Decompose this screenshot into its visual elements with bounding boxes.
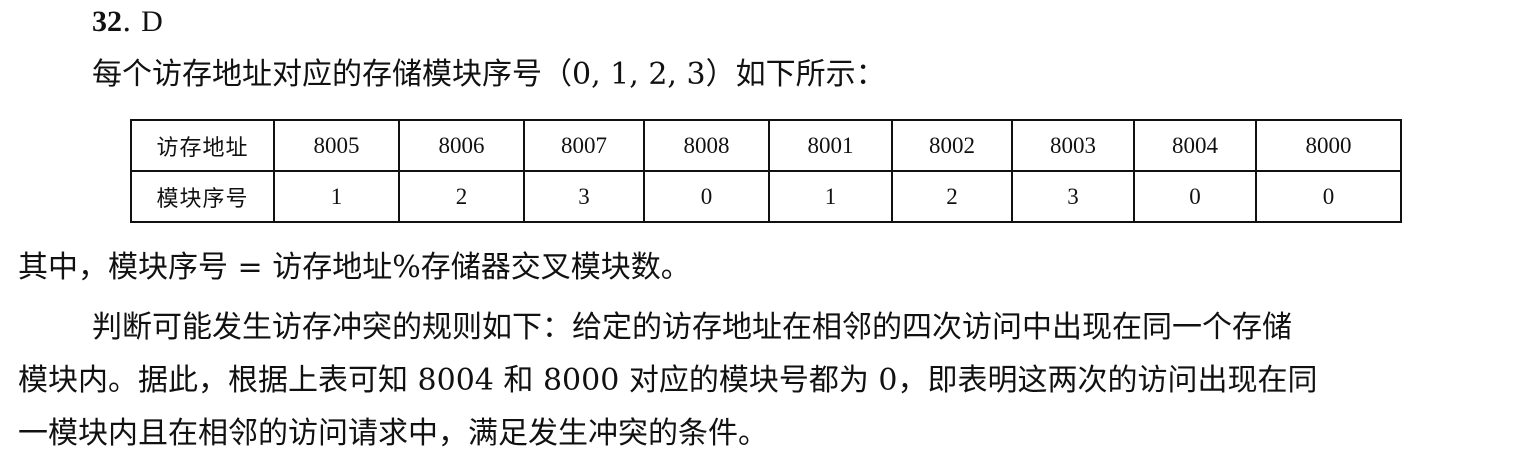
address-cell: 8005 xyxy=(273,119,400,172)
question-number: 32 xyxy=(92,5,122,38)
answer-explanation: 32. D 每个访存地址对应的存储模块序号（0, 1, 2, 3）如下所示： 访… xyxy=(0,0,1525,457)
question-separator: . xyxy=(122,4,132,39)
address-cell: 8006 xyxy=(398,119,525,172)
address-cell: 8007 xyxy=(523,119,645,172)
paragraph-line: 一模块内且在相邻的访问请求中，满足发生冲突的条件。 xyxy=(18,416,768,451)
address-row: 访存地址 8005 8006 8007 8008 8001 8002 8003 … xyxy=(130,119,1402,172)
module-cell: 0 xyxy=(1255,170,1402,223)
module-cell: 0 xyxy=(643,170,770,223)
module-cell: 1 xyxy=(273,170,400,223)
address-cell: 8008 xyxy=(643,119,770,172)
module-row: 模块序号 1 2 3 0 1 2 3 0 0 xyxy=(130,170,1402,223)
conflict-explanation: 判断可能发生访存冲突的规则如下：给定的访存地址在相邻的四次访问中出现在同一个存储… xyxy=(18,301,1518,460)
row-header-module: 模块序号 xyxy=(130,170,275,223)
module-cell: 3 xyxy=(1011,170,1135,223)
address-cell: 8004 xyxy=(1133,119,1257,172)
module-cell: 0 xyxy=(1133,170,1257,223)
address-cell: 8003 xyxy=(1011,119,1135,172)
address-module-table: 访存地址 8005 8006 8007 8008 8001 8002 8003 … xyxy=(130,119,1402,223)
row-header-address: 访存地址 xyxy=(130,119,275,172)
intro-text: 每个访存地址对应的存储模块序号（0, 1, 2, 3）如下所示： xyxy=(92,57,886,92)
answer-letter: D xyxy=(141,5,163,38)
module-cell: 3 xyxy=(523,170,645,223)
question-heading: 32. D xyxy=(92,2,163,42)
address-cell: 8001 xyxy=(768,119,893,172)
formula-text: 其中，模块序号 = 访存地址%存储器交叉模块数。 xyxy=(18,250,691,285)
module-cell: 1 xyxy=(768,170,893,223)
address-cell: 8000 xyxy=(1255,119,1402,172)
module-cell: 2 xyxy=(398,170,525,223)
paragraph-line: 模块内。据此，根据上表可知 8004 和 8000 对应的模块号都为 0，即表明… xyxy=(18,363,1318,398)
paragraph-line: 判断可能发生访存冲突的规则如下：给定的访存地址在相邻的四次访问中出现在同一个存储 xyxy=(92,310,1292,345)
address-cell: 8002 xyxy=(891,119,1013,172)
module-cell: 2 xyxy=(891,170,1013,223)
